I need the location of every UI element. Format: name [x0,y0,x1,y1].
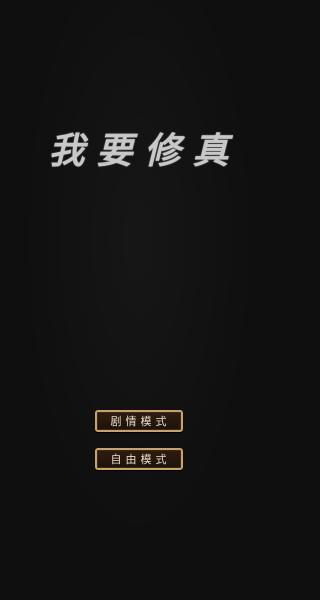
story-mode-button[interactable]: 剧情模式 [94,410,183,432]
mode-menu: 剧情模式 自由模式 [0,410,277,470]
game-title: 我要修真 [48,130,241,172]
free-mode-button[interactable]: 自由模式 [94,448,183,470]
start-screen: 我要修真 剧情模式 自由模式 [0,0,277,600]
